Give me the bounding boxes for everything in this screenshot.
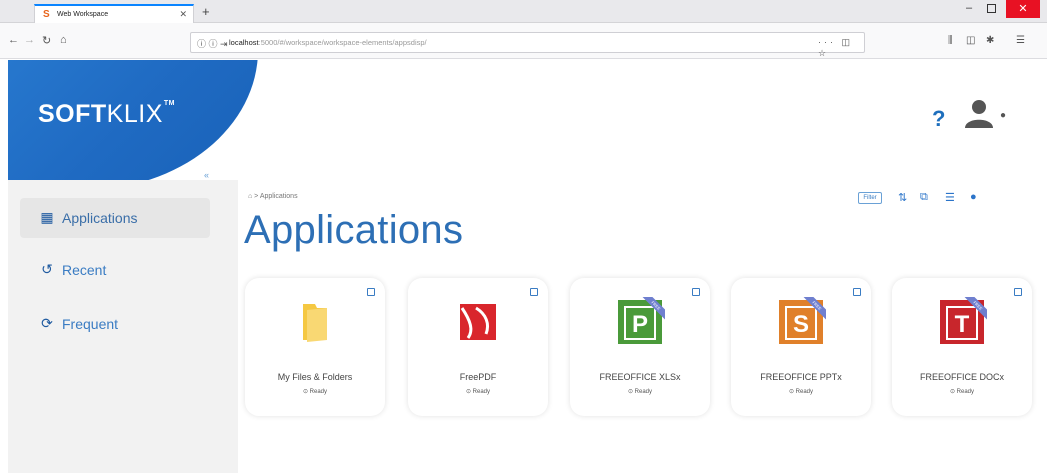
list-view-icon[interactable]: ☰ <box>945 191 955 204</box>
app-status: ⊙ Ready <box>465 389 491 395</box>
breadcrumb-current: Applications <box>259 193 298 200</box>
sidebar-item-applications[interactable]: ▦ Applications <box>20 198 210 238</box>
textmaker-icon: T FREE <box>940 297 987 344</box>
page-actions-icon[interactable]: ··· ◫ ☆ <box>818 37 864 59</box>
info-icon[interactable]: ● <box>970 191 977 203</box>
sort-icon[interactable]: ⇅ <box>898 191 907 204</box>
presentations-icon: S FREE <box>779 297 826 344</box>
filter-button[interactable]: Filter <box>858 192 882 204</box>
tile-view-icon[interactable]: ⧉ <box>920 191 928 204</box>
library-icon[interactable]: ⫼ <box>948 35 953 46</box>
sidebar-item-frequent[interactable]: ⟳ Frequent <box>20 304 210 344</box>
url-text: localhost:5000/#/workspace/workspace-ele… <box>229 38 427 47</box>
page-title: Applications <box>244 208 464 252</box>
app-card-freeoffice-xlsx[interactable]: P FREE FREEOFFICE XLSx ⊙ Ready <box>570 278 710 416</box>
card-select-checkbox[interactable] <box>367 288 375 296</box>
sidebar-item-label: Applications <box>62 210 138 226</box>
free-ribbon: FREE <box>641 297 665 321</box>
site-info-icon[interactable]: ⓘ ⓘ ⇥ <box>197 37 228 50</box>
freepdf-icon <box>460 304 496 340</box>
tab-favicon-icon: S <box>43 9 50 20</box>
app-name: FREEOFFICE DOCx <box>919 372 1004 382</box>
window-close-button[interactable]: ✕ <box>1006 0 1040 18</box>
sidebar-collapse-icon[interactable]: « <box>204 170 209 180</box>
user-avatar-icon[interactable] <box>962 96 996 130</box>
sidebar-item-label: Recent <box>62 262 107 278</box>
app-card-freeoffice-docx[interactable]: T FREE FREEOFFICE DOCx ⊙ Ready <box>892 278 1032 416</box>
grid-icon: ▦ <box>40 209 54 225</box>
app-name: My Files & Folders <box>277 372 353 382</box>
extension-icon[interactable]: ✱ <box>986 35 994 46</box>
card-select-checkbox[interactable] <box>692 288 700 296</box>
history-icon: ↺ <box>41 261 53 277</box>
browser-nav-bar: ← → ↻ ⌂ ⓘ ⓘ ⇥ localhost:5000/#/workspace… <box>0 23 1047 59</box>
card-select-checkbox[interactable] <box>853 288 861 296</box>
app-name: FREEOFFICE PPTx <box>760 372 842 382</box>
app-name: FreePDF <box>459 372 497 382</box>
user-menu-caret-icon[interactable]: ● <box>1000 110 1006 121</box>
home-icon[interactable]: ⌂ <box>60 34 67 46</box>
app-card-my-files[interactable]: My Files & Folders ⊙ Ready <box>245 278 385 416</box>
tab-title: Web Workspace <box>57 11 109 18</box>
free-ribbon: FREE <box>802 297 826 321</box>
browser-tab[interactable]: S Web Workspace ✕ <box>34 4 194 23</box>
new-tab-icon[interactable]: + <box>202 4 210 19</box>
app-status: ⊙ Ready <box>627 389 653 395</box>
app-card-freeoffice-pptx[interactable]: S FREE FREEOFFICE PPTx ⊙ Ready <box>731 278 871 416</box>
window-maximize-button[interactable] <box>987 4 996 13</box>
sidebar-item-recent[interactable]: ↺ Recent <box>20 250 210 290</box>
app-card-freepdf[interactable]: FreePDF ⊙ Ready <box>408 278 548 416</box>
breadcrumb: ⌂ > Applications <box>248 193 298 200</box>
app-status: ⊙ Ready <box>302 389 328 395</box>
menu-icon[interactable]: ☰ <box>1016 35 1025 46</box>
free-ribbon: FREE <box>963 297 987 321</box>
window-minimize-button[interactable]: – <box>966 2 972 14</box>
card-select-checkbox[interactable] <box>530 288 538 296</box>
url-bar[interactable]: ⓘ ⓘ ⇥ localhost:5000/#/workspace/workspa… <box>190 32 865 58</box>
app-name: FREEOFFICE XLSx <box>599 372 681 382</box>
app-status: ⊙ Ready <box>788 389 814 395</box>
sidebar-item-label: Frequent <box>62 316 119 332</box>
browser-tab-bar: S Web Workspace ✕ + – ✕ <box>0 0 1047 23</box>
refresh-icon: ⟳ <box>41 315 53 331</box>
sidebar-toggle-icon[interactable]: ◫ <box>966 35 975 46</box>
tab-close-icon[interactable]: ✕ <box>179 9 187 20</box>
app-status: ⊙ Ready <box>949 389 975 395</box>
back-icon[interactable]: ← <box>8 34 19 46</box>
help-icon[interactable]: ? <box>932 106 945 132</box>
breadcrumb-home-icon[interactable]: ⌂ <box>248 193 252 200</box>
reload-icon[interactable]: ↻ <box>42 34 51 47</box>
softklix-logo[interactable]: SOFTKLIXTM <box>38 100 175 129</box>
card-select-checkbox[interactable] <box>1014 288 1022 296</box>
forward-icon[interactable]: → <box>24 34 35 46</box>
folder-icon <box>303 304 327 342</box>
sidebar: ▦ Applications ↺ Recent ⟳ Frequent <box>8 180 238 473</box>
planmaker-icon: P FREE <box>618 297 665 344</box>
app-window: SOFTKLIXTM ? ● ▦ Applications ↺ Recent ⟳… <box>8 60 1039 473</box>
